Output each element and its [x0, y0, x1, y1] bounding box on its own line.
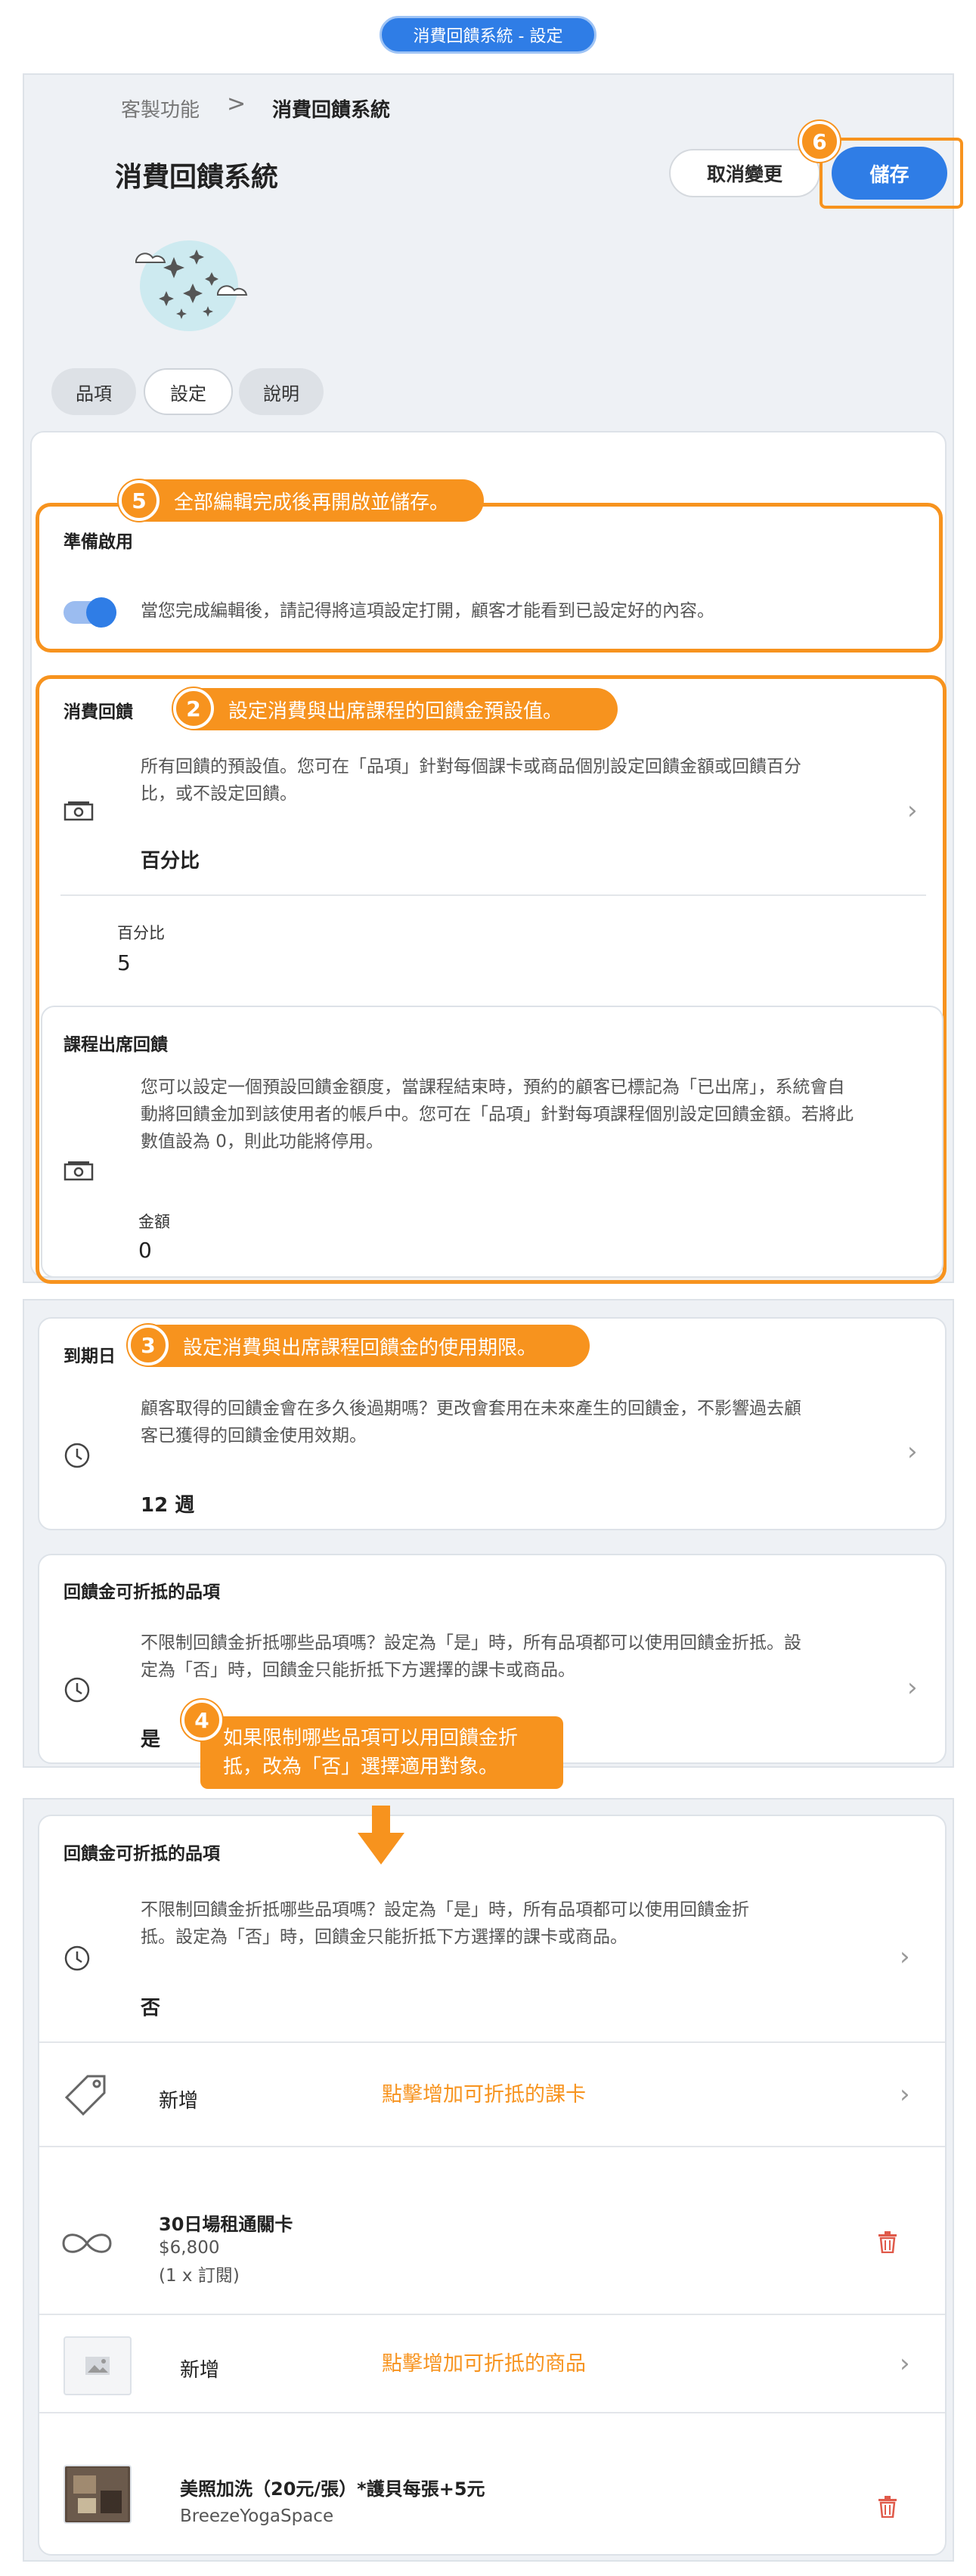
callout-4-number: 4 [181, 1700, 222, 1741]
money-icon [64, 1160, 94, 1186]
eligible-items-value[interactable]: 否 [141, 1992, 160, 2020]
add-card-hint: 點擊增加可折抵的課卡 [382, 2083, 586, 2106]
breadcrumb-current: 消費回饋系統 [272, 99, 391, 122]
callout-5-number: 5 [119, 480, 160, 521]
tab-help[interactable]: 說明 [239, 368, 324, 415]
expiry-title: 到期日 [64, 1347, 116, 1366]
trash-icon[interactable] [877, 2495, 898, 2524]
rebate-description: 所有回饋的預設值。您可在「品項」針對每個課卡或商品個別設定回饋金額或回饋百分 比，… [141, 757, 801, 804]
money-icon [64, 800, 94, 826]
page-title: 消費回饋系統 [115, 162, 279, 193]
divider [39, 2041, 945, 2043]
chevron-right-icon[interactable]: › [907, 1672, 918, 1703]
breadcrumb-root[interactable]: 客製功能 [121, 95, 200, 122]
card-item-name: 30日場租通關卡 [159, 2214, 293, 2235]
callout-3-text: 設定消費與出席課程回饋金的使用期限。 [183, 1336, 538, 1359]
enable-section-highlight [36, 503, 943, 653]
add-product-label[interactable]: 新增 [180, 2354, 219, 2382]
attendance-amount-label: 金額 [138, 1213, 170, 1231]
eligible-items-description: 不限制回饋金折抵哪些品項嗎？設定為「是」時，所有品項都可以使用回饋金折抵。設定為… [141, 1633, 801, 1680]
add-card-label[interactable]: 新增 [159, 2085, 198, 2113]
card-item-price: $6,800 [159, 2238, 220, 2258]
infinity-icon [60, 2230, 113, 2259]
eligible-items-title: 回饋金可折抵的品項 [64, 1844, 220, 1864]
cancel-button[interactable]: 取消變更 [669, 149, 820, 197]
divider [39, 2146, 945, 2147]
chevron-right-icon[interactable]: › [900, 2348, 910, 2379]
image-placeholder-icon [64, 2336, 132, 2395]
trash-icon[interactable] [877, 2230, 898, 2259]
enable-description: 當您完成編輯後，請記得將這項設定打開，顧客才能看到已設定好的內容。 [141, 601, 714, 621]
chevron-right-icon[interactable]: › [900, 2079, 910, 2109]
callout-2: 設定消費與出席課程的回饋金預設值。 [175, 688, 618, 730]
eligible-items-title: 回饋金可折抵的品項 [64, 1582, 220, 1602]
rebate-title: 消費回饋 [64, 702, 133, 722]
product-item-shop: BreezeYogaSpace [180, 2506, 334, 2526]
divider [39, 2314, 945, 2315]
expiry-value[interactable]: 12 週 [141, 1489, 194, 1517]
chevron-right-icon[interactable]: › [907, 1437, 918, 1467]
divider [39, 2412, 945, 2413]
callout-5: 全部編輯完成後再開啟並儲存。 [121, 479, 484, 522]
callout-2-number: 2 [173, 688, 214, 729]
tag-icon [64, 2073, 109, 2122]
product-item-name: 美照加洗（20元/張）*護貝每張+5元 [180, 2478, 485, 2500]
divider [60, 894, 926, 896]
save-button[interactable]: 儲存 [832, 147, 947, 200]
enable-toggle[interactable] [64, 597, 116, 628]
expiry-description: 顧客取得的回饋金會在多久後過期嗎？更改會套用在未來產生的回饋金，不影響過去顧 客已… [141, 1399, 801, 1446]
callout-3-number: 3 [128, 1325, 169, 1365]
rebate-percent-input[interactable]: 5 [117, 950, 131, 975]
chevron-right-icon[interactable]: › [900, 1942, 910, 1972]
enable-title: 準備啟用 [64, 532, 133, 552]
card-item-quantity: (1 x 訂閱) [159, 2266, 240, 2286]
callout-3: 設定消費與出席課程回饋金的使用期限。 [130, 1325, 590, 1367]
callout-4: 如果限制哪些品項可以用回饋金折 抵，改為「否」選擇適用對象。 [200, 1716, 563, 1789]
callout-5-text: 全部編輯完成後再開啟並儲存。 [174, 491, 450, 514]
eligible-items-value[interactable]: 是 [141, 1724, 160, 1752]
tab-settings[interactable]: 設定 [144, 368, 233, 415]
chevron-right-icon[interactable]: › [907, 795, 918, 826]
add-product-hint: 點擊增加可折抵的商品 [382, 2352, 586, 2376]
breadcrumb-separator: > [227, 91, 246, 117]
clock-icon [64, 1945, 91, 1975]
callout-2-text: 設定消費與出席課程的回饋金預設值。 [228, 699, 563, 723]
callout-6-number: 6 [799, 121, 840, 162]
attendance-description: 您可以設定一個預設回饋金額度，當課程結束時，預約的顧客已標記為「已出席」，系統會… [141, 1077, 854, 1152]
tab-items[interactable]: 品項 [51, 368, 136, 415]
eligible-items-description: 不限制回饋金折抵哪些品項嗎？設定為「是」時，所有品項都可以使用回饋金折抵。設定為… [141, 1900, 749, 1947]
clock-icon [64, 1442, 91, 1472]
rebate-percent-label: 百分比 [117, 924, 165, 942]
attendance-amount-input[interactable]: 0 [138, 1238, 152, 1263]
rebate-type-value[interactable]: 百分比 [141, 845, 200, 873]
sparkle-cloud-illustration [121, 227, 257, 340]
attendance-title: 課程出席回饋 [64, 1035, 168, 1055]
header-pill: 消費回饋系統 - 設定 [380, 16, 596, 54]
clock-icon [64, 1676, 91, 1706]
down-arrow-icon [358, 1806, 404, 1868]
product-thumbnail [64, 2465, 132, 2524]
